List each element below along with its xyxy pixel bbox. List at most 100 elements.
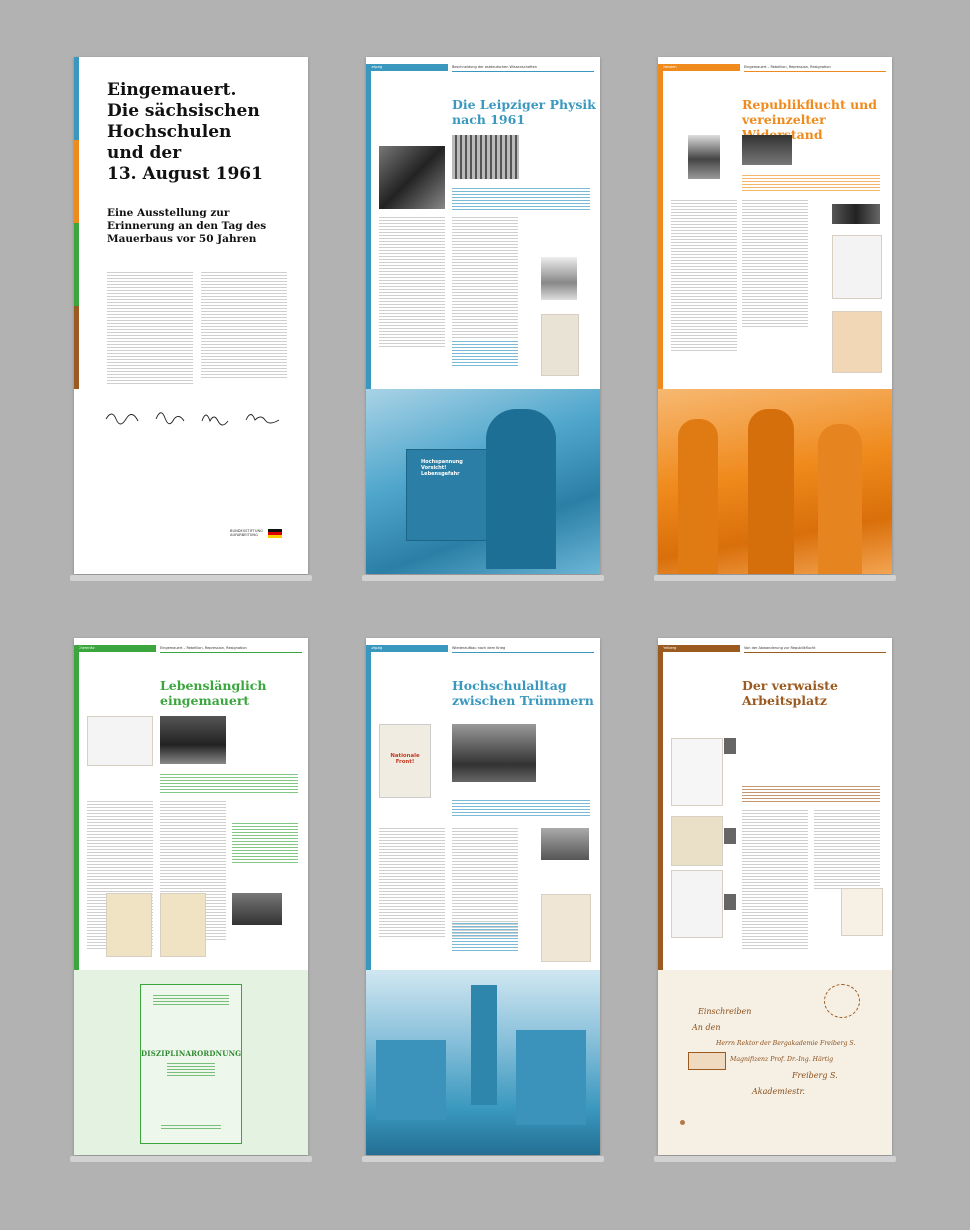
exhibition-subtitle: Eine Ausstellung zur Erinnerung an den T… [107,207,266,246]
intro-accent-text [742,786,880,802]
document-3 [671,870,723,938]
banner-foot [70,575,312,581]
section-title: Eingemauert – Rebellion, Repression, Res… [744,65,831,69]
exhibition-mockup: { "panel1": { "title_lines": ["Eingemaue… [0,0,970,1230]
body-text-col2 [814,810,880,890]
document-letterhead [541,894,591,962]
document-letter [541,314,579,376]
banner-leipzig-physik: Leipzig Beschneidung der ostdeutschen Wi… [366,57,600,574]
banner-republikflucht: Dresden Eingemauert – Rebellion, Repress… [658,57,892,574]
exhibition-title: Eingemauert. Die sächsischen Hochschulen… [107,80,263,185]
section-rule [744,652,886,653]
document-typed [87,716,153,766]
callout-text [452,923,518,953]
document-1 [671,738,723,806]
address-line: Herrn Rektor der Bergakademie Freiberg S… [716,1040,856,1047]
panel-title: Der verwaiste Arbeitsplatz [742,678,838,708]
subtitle-line: Erinnerung an den Tag des [107,220,267,232]
intro-text-col2 [201,272,287,380]
foundation-logo: BUNDESSTIFTUNG AUFARBEITUNG [230,529,263,538]
document-handwritten [841,888,883,936]
title-line: Lebenslänglich [160,678,267,693]
location-tag: Freiberg [658,645,740,652]
tower [471,985,497,1105]
accent-stripe [658,64,663,389]
envelope-area: Einschreiben An den Herrn Rektor der Ber… [658,970,892,1155]
photo-soldiers [658,389,892,574]
address-line: Einschreiben [698,1007,752,1016]
title-line: Hochschulalltag [452,678,567,693]
address-line: Akademiestr. [752,1087,805,1096]
panel-title: Die Leipziger Physik nach 1961 [452,97,596,127]
title-line: und der [107,143,182,163]
soldier-1 [678,419,718,574]
title-line: Hochschulen [107,122,232,142]
section-title: Wiederaufbau nach dem Krieg [452,646,506,650]
photo-crowd [452,724,536,782]
discipline-order-document: DISZIPLINARORDNUNG [140,984,242,1144]
document-2 [671,816,723,866]
panel-title: Hochschulalltag zwischen Trümmern [452,678,594,708]
handwritten-address: Einschreiben An den Herrn Rektor der Ber… [692,1004,855,1100]
banner-foot [362,1156,604,1162]
title-line: nach 1961 [452,112,526,127]
panel-title: Lebenslänglich eingemauert [160,678,266,708]
section-rule [744,71,886,72]
panel-header: Leipzig Beschneidung der ostdeutschen Wi… [366,64,600,72]
signatures [105,412,280,426]
address-line: An den [692,1023,721,1032]
banner-lebenslaenglich: Chemnitz Eingemauert – Rebellion, Repres… [74,638,308,1155]
section-rule [452,652,594,653]
intro-text-col1 [107,272,193,384]
banner-hochschulalltag: Leipzig Wiederaufbau nach dem Krieg Hoch… [366,638,600,1155]
body-text-col2 [452,217,518,339]
title-line: eingemauert [160,693,250,708]
color-stripe-blue [74,57,79,140]
body-text-col1 [379,217,445,349]
title-line: Die sächsischen [107,101,260,121]
title-line: Die Leipziger Physik [452,97,596,112]
photo-portrait-3 [724,894,736,910]
location-tag: Leipzig [366,645,448,652]
location-tag: Chemnitz [74,645,156,652]
photo-portrait-1 [724,738,736,754]
location-tag: Leipzig [366,64,448,71]
document-2 [832,311,882,373]
photo-lab-worker: Hochspannung Vorsicht! Lebensgefahr [366,389,600,574]
body-text-col2 [452,828,518,938]
banner-intro: Eingemauert. Die sächsischen Hochschulen… [74,57,308,574]
photo-group [832,204,880,224]
doc-subtitle-text [167,1063,215,1077]
doc-header-text [153,995,229,1007]
soldier-3 [818,424,862,574]
panel-header: Freiberg Von der Abwanderung zur Republi… [658,645,892,653]
color-stripe-orange [74,140,79,223]
title-line: Eingemauert. [107,80,237,100]
section-title: Eingemauert – Rebellion, Repression, Res… [160,646,247,650]
body-text-col1 [379,828,445,938]
intro-accent-text [742,175,880,193]
intro-accent-text [452,188,590,210]
subtitle-line: Eine Ausstellung zur [107,207,230,219]
section-title: Von der Abwanderung zur Republikflucht [744,646,816,650]
callout-text [452,341,518,367]
doc-footer-text [161,1125,221,1131]
logo-line: AUFARBEITUNG [230,533,258,538]
doc-title: DISZIPLINARORDNUNG [141,1049,242,1058]
photo-portrait [541,257,577,300]
banner-arbeitsplatz: Freiberg Von der Abwanderung zur Republi… [658,638,892,1155]
document-yellowed-2 [160,893,206,957]
body-text-col1 [742,810,808,950]
worker-silhouette [486,409,556,569]
body-text-col1 [671,200,737,352]
title-line: 13. August 1961 [107,164,263,184]
document-yellowed-1 [106,893,152,957]
document-1 [832,235,882,299]
accent-stripe [658,645,663,970]
machine-label: Hochspannung Vorsicht! Lebensgefahr [421,459,463,477]
title-line: zwischen Trümmern [452,693,594,708]
section-title: Beschneidung der ostdeutschen Wissenscha… [452,65,537,69]
panel-header: Leipzig Wiederaufbau nach dem Krieg [366,645,600,653]
color-stripe-green [74,223,79,306]
photo-people [232,893,282,925]
